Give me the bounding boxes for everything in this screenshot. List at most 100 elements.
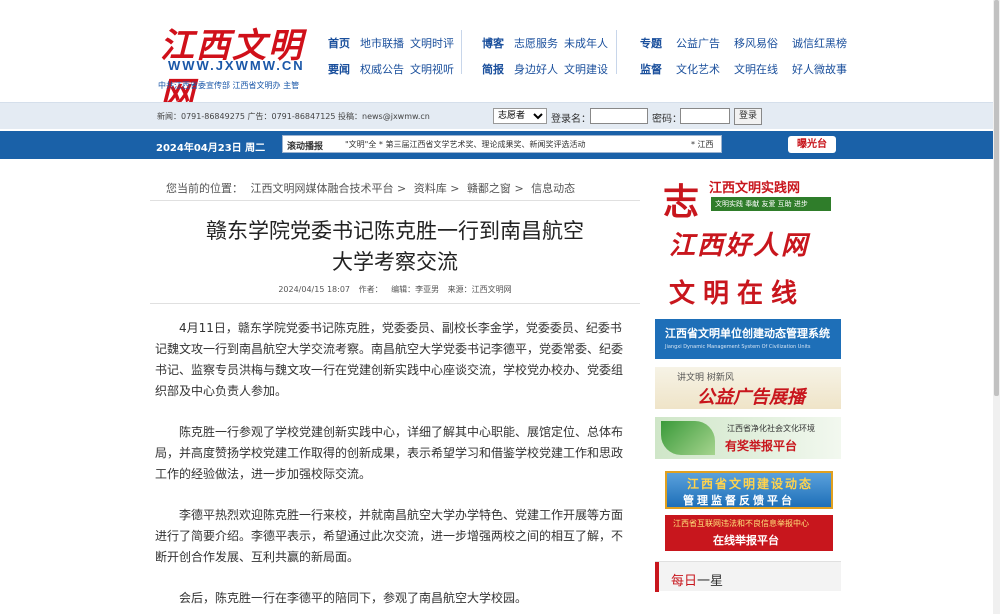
article-meta: 2024/04/15 18:07 作者： 编辑：李亚男 来源：江西文明网 bbox=[160, 284, 630, 295]
date-ticker-bar: 2024年04月23日 周二 滚动播报 "文明"全 * 第三届江西省文学艺术奖、… bbox=[0, 131, 1000, 159]
nav-row: 监督 文化艺术 文明在线 好人微故事 bbox=[640, 56, 853, 82]
breadcrumb: 您当前的位置： 江西文明网媒体融合技术平台 > 资料库 > 赣鄱之窗 > 信息动… bbox=[166, 180, 575, 196]
article-paragraph: 李德平热烈欢迎陈克胜一行来校，并就南昌航空大学办学特色、党建工作开展等方面进行了… bbox=[155, 508, 624, 564]
nav-videos[interactable]: 文明视听 bbox=[410, 61, 454, 77]
breadcrumb-item[interactable]: 资料库 bbox=[414, 182, 447, 195]
breadcrumb-item[interactable]: 信息动态 bbox=[531, 182, 575, 195]
nav-news[interactable]: 要闻 bbox=[328, 61, 350, 77]
site-header: 江西文明网 WWW.JXWMW.CN 中共江西省委宣传部 江西省文明办 主管 首… bbox=[0, 0, 1000, 115]
banner-civil-practice[interactable]: 志 江西文明实践网 文明实践 奉献 友爱 互助 进步 bbox=[655, 169, 841, 219]
news-ticker[interactable]: 滚动播报 "文明"全 * 第三届江西省文学艺术奖、理论成果奖、新闻奖评选活动 *… bbox=[282, 135, 722, 153]
vertical-scrollbar[interactable] bbox=[993, 0, 1000, 614]
scrollbar-thumb[interactable] bbox=[994, 0, 999, 396]
nav-group-1: 首页 地市联播 文明时评 要闻 权威公告 文明视听 bbox=[328, 30, 460, 82]
banner-supervision-platform[interactable]: 江西省文明建设动态 管理监督反馈平台 bbox=[665, 471, 833, 509]
nav-volunteer[interactable]: 志愿服务 bbox=[514, 35, 558, 51]
banner-title: 江西省文明单位创建动态管理系统 bbox=[665, 327, 830, 340]
nav-blog[interactable]: 博客 bbox=[482, 35, 504, 51]
banner-psa[interactable]: 讲文明 树新风 公益广告展播 bbox=[655, 367, 841, 409]
nav-psa[interactable]: 公益广告 bbox=[676, 35, 720, 51]
nav-row: 简报 身边好人 文明建设 bbox=[482, 56, 614, 82]
current-date: 2024年04月23日 周二 bbox=[156, 143, 266, 154]
breadcrumb-item[interactable]: 赣鄱之窗 bbox=[467, 182, 511, 195]
nav-divider bbox=[616, 30, 617, 74]
article-title-line: 赣东学院党委书记陈克胜一行到南昌航空 bbox=[206, 219, 584, 243]
username-label: 登录名： bbox=[551, 114, 591, 125]
banner-internet-report[interactable]: 江西省互联网违法和不良信息举报中心 在线举报平台 bbox=[665, 515, 833, 551]
nav-minors[interactable]: 未成年人 bbox=[564, 35, 608, 51]
divider bbox=[150, 200, 640, 201]
nav-row: 要闻 权威公告 文明视听 bbox=[328, 56, 460, 82]
nav-row: 首页 地市联播 文明时评 bbox=[328, 30, 460, 56]
banner-subtitle: Jiangxi Dynamic Management System Of Civ… bbox=[665, 344, 811, 350]
banner-title: 有奖举报平台 bbox=[725, 439, 798, 453]
nav-civil-commentary[interactable]: 文明时评 bbox=[410, 35, 454, 51]
article-editor: 编辑：李亚男 bbox=[391, 285, 440, 294]
user-type-select[interactable]: 志愿者 bbox=[493, 108, 547, 124]
banner-report-platform[interactable]: 江西省净化社会文化环境 有奖举报平台 bbox=[655, 417, 841, 459]
nav-briefing[interactable]: 简报 bbox=[482, 61, 504, 77]
nav-supervision[interactable]: 监督 bbox=[640, 61, 662, 77]
nav-customs[interactable]: 移风易俗 bbox=[734, 35, 778, 51]
breadcrumb-separator: > bbox=[514, 182, 524, 195]
exposure-platform-button[interactable]: 曝光台 bbox=[788, 136, 836, 153]
logo-url-text: WWW.JXWMW.CN bbox=[168, 58, 305, 73]
nav-good-stories[interactable]: 好人微故事 bbox=[792, 61, 847, 77]
article-source: 来源：江西文明网 bbox=[447, 285, 512, 294]
nav-credit-list[interactable]: 诚信红黑榜 bbox=[792, 35, 847, 51]
password-label: 密码： bbox=[652, 114, 682, 125]
article-title: 赣东学院党委书记陈克胜一行到南昌航空 大学考察交流 bbox=[160, 216, 630, 278]
leaf-icon bbox=[661, 421, 715, 455]
article-paragraph: 4月11日，赣东学院党委书记陈克胜，党委委员、副校长李金学，党委委员、纪委书记魏… bbox=[155, 321, 624, 398]
nav-announcements[interactable]: 权威公告 bbox=[360, 61, 404, 77]
nav-civil-construction[interactable]: 文明建设 bbox=[564, 61, 608, 77]
nav-city-broadcast[interactable]: 地市联播 bbox=[360, 35, 404, 51]
ticker-text[interactable]: "文明"全 * 第三届江西省文学艺术奖、理论成果奖、新闻奖评选活动 bbox=[345, 139, 585, 150]
banner-title: 江西好人网 bbox=[669, 231, 810, 261]
breadcrumb-item[interactable]: 江西文明网媒体融合技术平台 bbox=[251, 182, 394, 195]
daily-star-section: 每日一星 bbox=[655, 561, 841, 592]
practice-logo-icon: 志 bbox=[663, 181, 700, 219]
banner-title: 江西文明实践网 bbox=[709, 181, 801, 196]
banner-subtitle: 讲文明 树新风 bbox=[677, 373, 734, 383]
section-accent-bar bbox=[655, 562, 659, 592]
article-title-line: 大学考察交流 bbox=[332, 250, 458, 274]
article-body: 4月11日，赣东学院党委书记陈克胜，党委委员、副校长李金学，党委委员、纪委书记魏… bbox=[155, 318, 630, 614]
banner-good-people[interactable]: 江西好人网 bbox=[655, 221, 841, 261]
nav-good-people[interactable]: 身边好人 bbox=[514, 61, 558, 77]
article-paragraph: 陈克胜一行参观了学校党建创新实践中心，详细了解其中心职能、展馆定位、总体布局，并… bbox=[155, 425, 624, 481]
nav-topics[interactable]: 专题 bbox=[640, 35, 662, 51]
login-button[interactable]: 登录 bbox=[734, 108, 762, 125]
nav-row: 博客 志愿服务 未成年人 bbox=[482, 30, 614, 56]
banner-dynamic-management[interactable]: 江西省文明单位创建动态管理系统 Jiangxi Dynamic Manageme… bbox=[655, 319, 841, 359]
logo-sponsor-text: 中共江西省委宣传部 江西省文明办 主管 bbox=[158, 81, 300, 90]
banner-subtitle: 江西省互联网违法和不良信息举报中心 bbox=[673, 519, 809, 528]
banner-title: 公益广告展播 bbox=[697, 387, 805, 408]
banner-title: 江西省文明建设动态 bbox=[687, 477, 814, 491]
article-date: 2024/04/15 18:07 bbox=[278, 285, 351, 294]
section-heading[interactable]: 每日一星 bbox=[671, 570, 723, 589]
banner-title: 文明在线 bbox=[669, 279, 806, 309]
divider bbox=[150, 303, 640, 304]
nav-divider bbox=[461, 30, 462, 74]
banner-subtitle: 江西省净化社会文化环境 bbox=[727, 424, 815, 433]
username-input[interactable] bbox=[590, 108, 648, 124]
nav-group-2: 博客 志愿服务 未成年人 简报 身边好人 文明建设 bbox=[482, 30, 614, 82]
ticker-text-next[interactable]: * 江西 bbox=[691, 139, 714, 150]
site-logo[interactable]: 江西文明网 WWW.JXWMW.CN 中共江西省委宣传部 江西省文明办 主管 bbox=[158, 18, 318, 115]
login-bar: 新闻：0791-86849275 广告：0791-86847125 投稿：new… bbox=[0, 102, 1000, 129]
breadcrumb-separator: > bbox=[397, 182, 407, 195]
banner-title: 在线举报平台 bbox=[713, 534, 779, 547]
article-author: 作者： bbox=[358, 285, 383, 294]
banner-subtitle: 管理监督反馈平台 bbox=[683, 494, 795, 507]
article-paragraph: 会后，陈克胜一行在李德平的陪同下，参观了南昌航空大学校园。 bbox=[179, 591, 528, 605]
ticker-label: 滚动播报 bbox=[287, 142, 324, 152]
nav-group-3: 专题 公益广告 移风易俗 诚信红黑榜 监督 文化艺术 文明在线 好人微故事 bbox=[640, 30, 853, 82]
banner-civil-online[interactable]: 文明在线 bbox=[655, 269, 841, 313]
password-input[interactable] bbox=[680, 108, 730, 124]
breadcrumb-separator: > bbox=[450, 182, 460, 195]
nav-culture-art[interactable]: 文化艺术 bbox=[676, 61, 720, 77]
nav-civil-online[interactable]: 文明在线 bbox=[734, 61, 778, 77]
contact-info: 新闻：0791-86849275 广告：0791-86847125 投稿：new… bbox=[157, 112, 430, 121]
nav-home[interactable]: 首页 bbox=[328, 35, 350, 51]
